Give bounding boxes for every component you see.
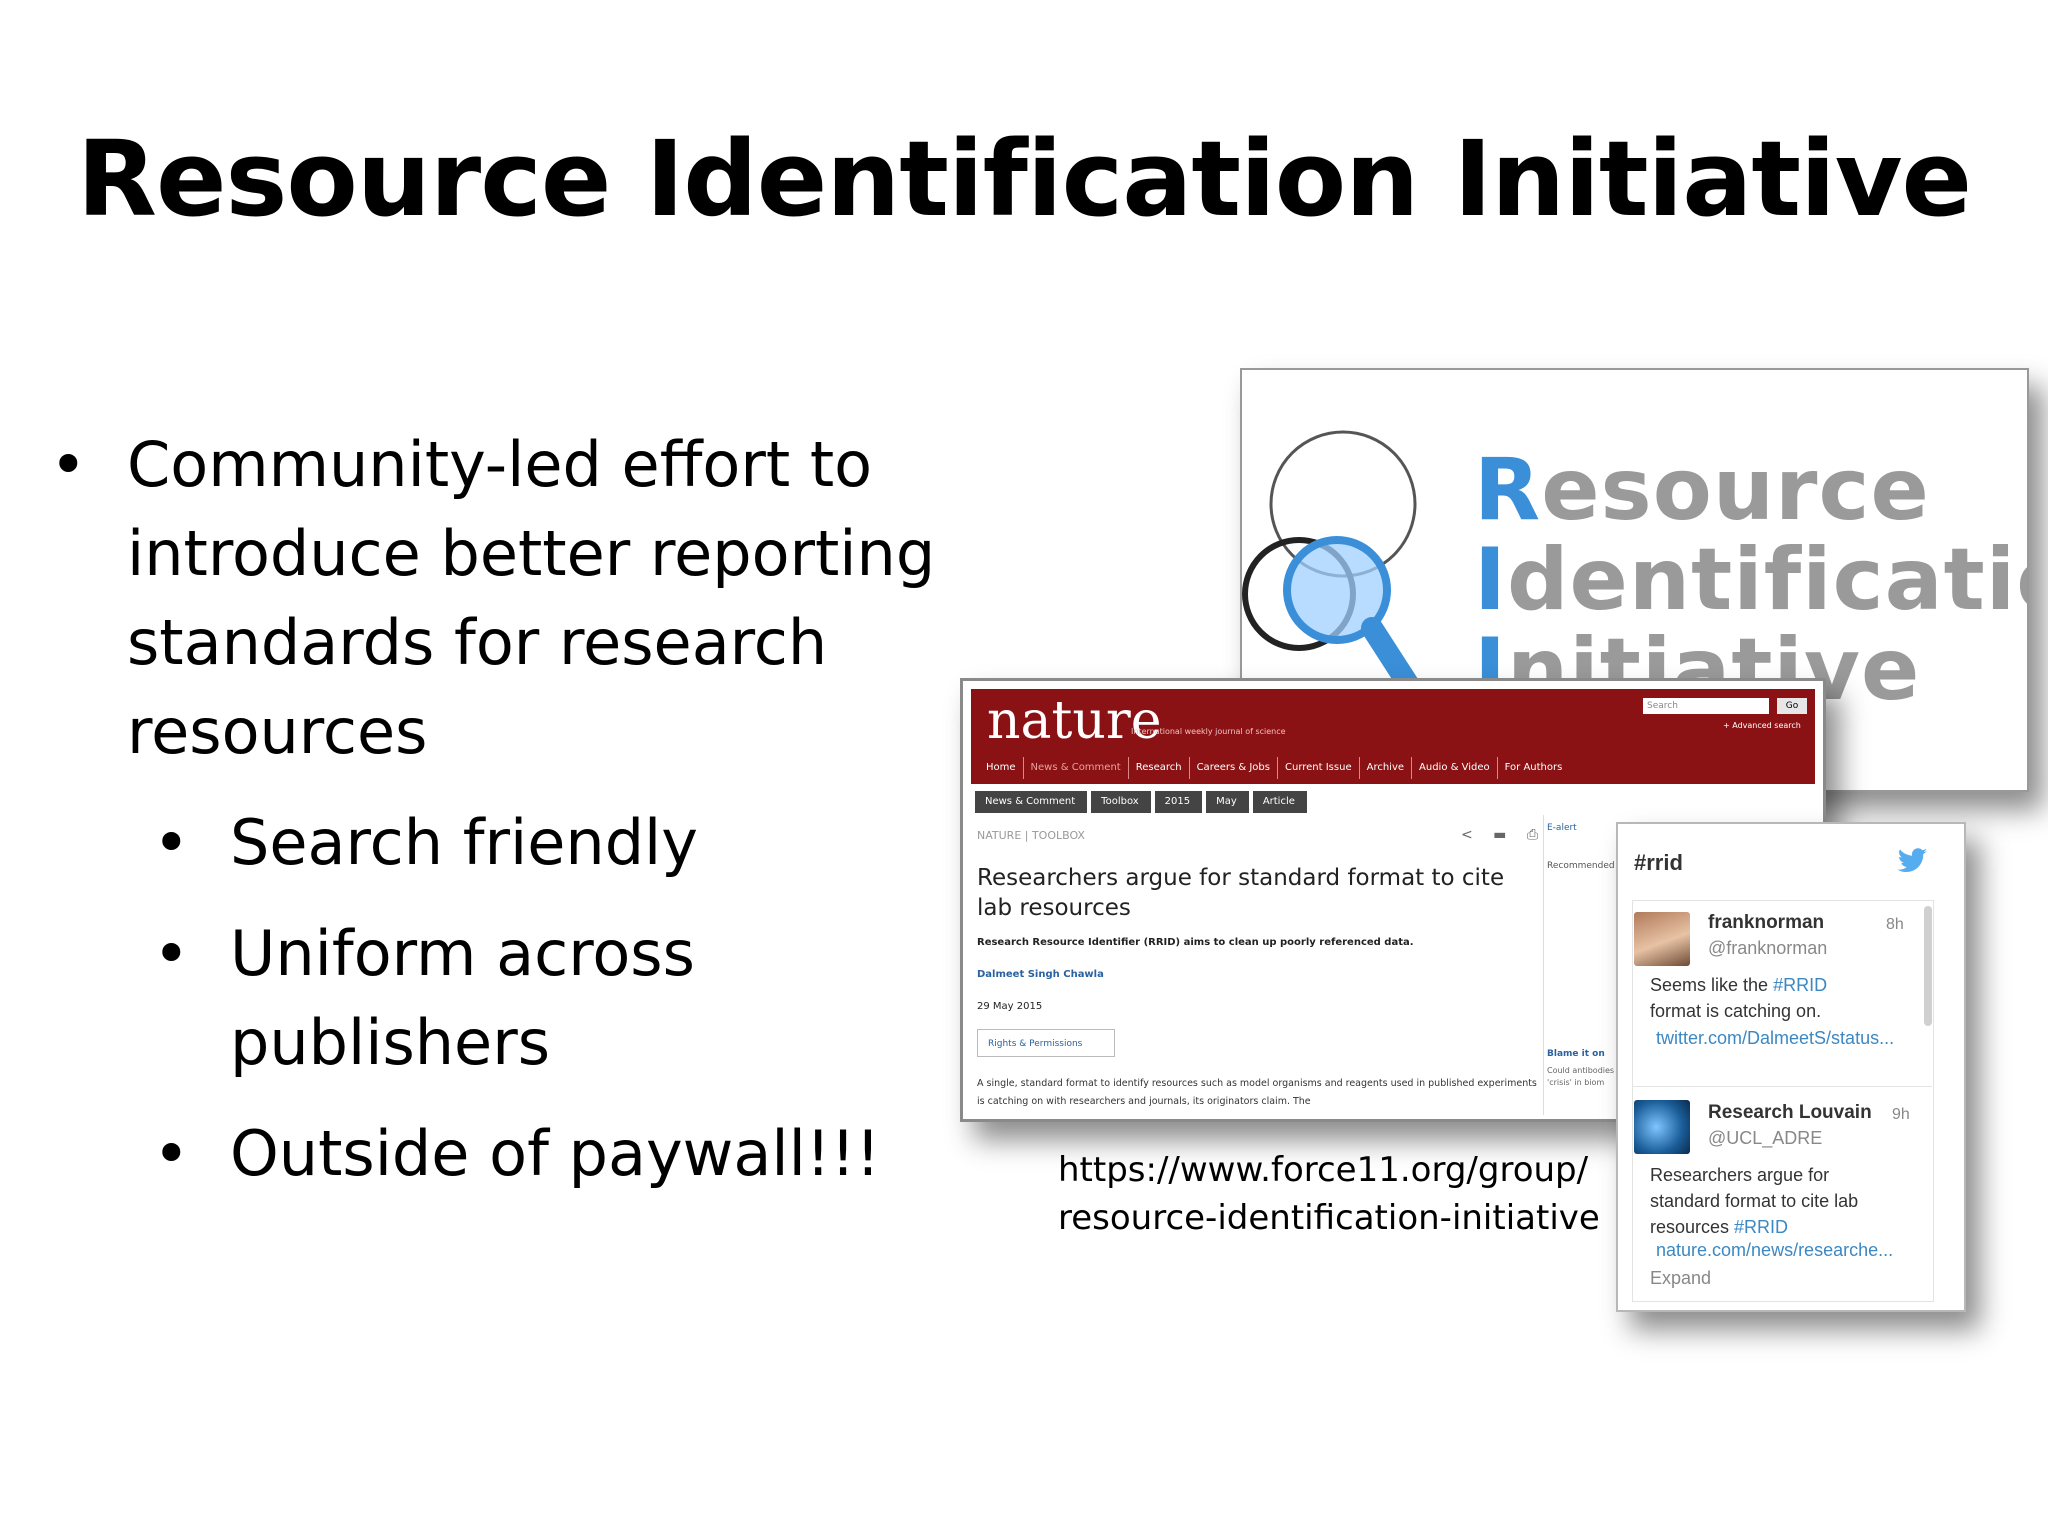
nav-careers[interactable]: Careers & Jobs — [1190, 757, 1278, 779]
bullet-main-text: Community-led effort to introduce better… — [127, 428, 936, 768]
sub-bullet-text: Search friendly — [230, 806, 698, 879]
breadcrumb-item[interactable]: May — [1206, 791, 1249, 813]
sidebar-article-link[interactable]: Blame it on — [1547, 1049, 1605, 1059]
bullet-list: • Community-led effort to introduce bett… — [50, 420, 950, 1198]
tweet-text: Seems like the #RRID format is catching o… — [1650, 975, 1828, 1021]
nature-search-input[interactable]: Search — [1643, 698, 1769, 714]
tweet-divider — [1632, 1086, 1932, 1087]
tweet-text: Researchers argue for standard format to… — [1650, 1165, 1859, 1237]
slide-title: Resource Identification Initiative — [76, 118, 1972, 240]
email-alert-link[interactable]: E-alert — [1547, 823, 1577, 833]
bullet-marker: • — [50, 428, 87, 501]
bullet-marker: • — [153, 917, 190, 990]
tweet-author-name[interactable]: Research Louvain — [1708, 1102, 1872, 1124]
source-url-line1[interactable]: https://www.force11.org/group/ — [1058, 1146, 1600, 1194]
source-url-line2[interactable]: resource-identification-initiative — [1058, 1194, 1600, 1242]
tweet-link[interactable]: twitter.com/DalmeetS/status... — [1656, 1028, 1926, 1049]
rights-permissions-button[interactable]: Rights & Permissions — [977, 1029, 1115, 1057]
sub-bullet-text: Uniform across publishers — [230, 917, 695, 1079]
nav-home[interactable]: Home — [979, 757, 1024, 779]
tweet-timestamp[interactable]: 8h — [1886, 916, 1904, 934]
sub-bullet-text: Outside of paywall!!! — [230, 1117, 881, 1190]
share-print-icons[interactable]: < ▬ ⎙ — [1461, 827, 1546, 843]
source-url[interactable]: https://www.force11.org/group/ resource-… — [1058, 1146, 1600, 1242]
breadcrumb-item[interactable]: News & Comment — [975, 791, 1088, 813]
nature-advanced-search-link[interactable]: + Advanced search — [1723, 721, 1801, 730]
avatar[interactable] — [1634, 912, 1690, 966]
bullet-main: • Community-led effort to introduce bett… — [50, 420, 950, 776]
article-body: A single, standard format to identify re… — [977, 1078, 1537, 1107]
tweet-timestamp[interactable]: 9h — [1892, 1106, 1910, 1124]
twitter-hashtag-title: #rrid — [1634, 850, 1683, 875]
nav-news[interactable]: News & Comment — [1024, 757, 1129, 779]
tweet-author-handle[interactable]: @franknorman — [1708, 938, 1827, 959]
nature-nav: Home News & Comment Research Careers & J… — [979, 757, 1569, 779]
nav-audio-video[interactable]: Audio & Video — [1412, 757, 1498, 779]
logo-word-resource: Resource — [1474, 440, 1930, 540]
nature-logo: nature — [987, 691, 1162, 751]
nav-current-issue[interactable]: Current Issue — [1278, 757, 1360, 779]
article-author-link[interactable]: Dalmeet Singh Chawla — [977, 969, 1104, 980]
tweet-hashtag-link[interactable]: #RRID — [1734, 1217, 1788, 1237]
article-date: 29 May 2015 — [977, 1001, 1043, 1012]
nav-research[interactable]: Research — [1129, 757, 1190, 779]
tweet-author-handle[interactable]: @UCL_ADRE — [1708, 1128, 1822, 1149]
slide: Resource Identification Initiative • Com… — [0, 0, 2048, 1536]
sub-bullet-paywall: • Outside of paywall!!! — [153, 1109, 950, 1198]
logo-word-identification: Identification — [1474, 530, 2027, 630]
nature-header: nature International weekly journal of s… — [971, 689, 1815, 784]
bullet-marker: • — [153, 806, 190, 879]
tweet-expand-link[interactable]: Expand — [1650, 1268, 1711, 1289]
tweet-link[interactable]: nature.com/news/researche... — [1656, 1240, 1926, 1261]
sub-bullet-search-friendly: • Search friendly — [153, 798, 950, 887]
nav-for-authors[interactable]: For Authors — [1498, 757, 1570, 779]
avatar[interactable] — [1634, 1100, 1690, 1154]
sub-bullet-uniform: • Uniform across publishers — [153, 909, 950, 1087]
breadcrumb-item[interactable]: Toolbox — [1091, 791, 1151, 813]
breadcrumb: News & Comment Toolbox 2015 May Article — [975, 791, 1311, 813]
tweet-author-name[interactable]: franknorman — [1708, 912, 1824, 934]
bullet-marker: • — [153, 1117, 190, 1190]
nature-tagline: International weekly journal of science — [1131, 727, 1286, 736]
twitter-bird-icon[interactable] — [1898, 848, 1928, 872]
article-section-label: NATURE | TOOLBOX — [977, 829, 1085, 842]
nature-go-button[interactable]: Go — [1777, 698, 1807, 714]
twitter-widget-screenshot: #rrid franknorman @franknorman 8h Seems … — [1616, 822, 1966, 1312]
article-standfirst: Research Resource Identifier (RRID) aims… — [977, 937, 1414, 948]
breadcrumb-item[interactable]: Article — [1252, 791, 1307, 813]
nav-archive[interactable]: Archive — [1360, 757, 1413, 779]
tweet-hashtag-link[interactable]: #RRID — [1773, 975, 1827, 995]
breadcrumb-item[interactable]: 2015 — [1154, 791, 1203, 813]
recommended-label: Recommended — [1547, 861, 1615, 871]
article-headline: Researchers argue for standard format to… — [977, 865, 1505, 921]
